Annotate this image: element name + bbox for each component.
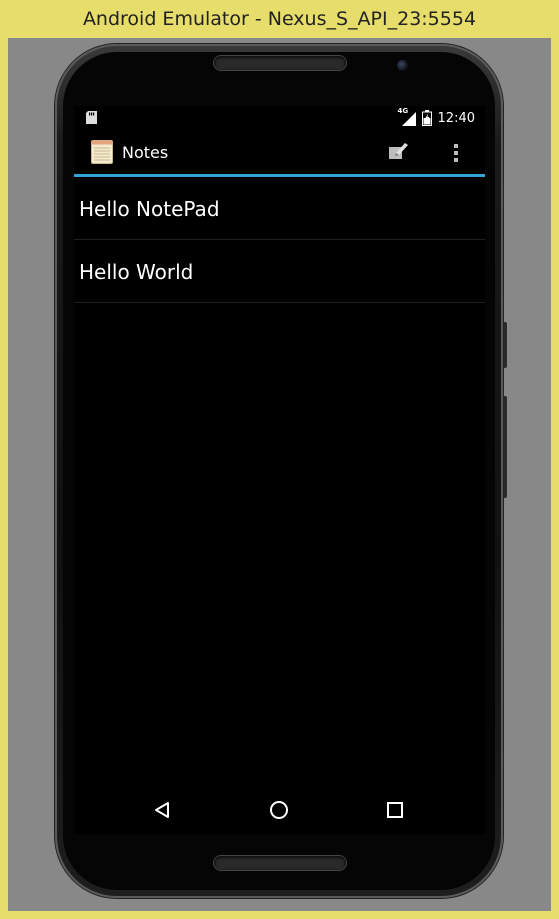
network-type-label: 4G (397, 107, 409, 115)
top-speaker (214, 56, 346, 70)
notes-list: Hello NotePad Hello World (74, 177, 485, 303)
overflow-menu-icon (446, 144, 466, 171)
status-indicators: 4G 12:40 (397, 106, 475, 130)
overflow-menu-button[interactable] (446, 139, 466, 167)
notepad-icon (91, 140, 113, 168)
recents-icon (385, 802, 405, 824)
list-item[interactable]: Hello World (74, 240, 485, 303)
volume-button[interactable] (503, 322, 507, 368)
recents-button[interactable] (385, 800, 405, 820)
home-button[interactable] (269, 800, 289, 820)
power-button[interactable] (503, 396, 507, 498)
action-bar: Notes (74, 130, 485, 177)
device-screen: 4G 12:40 Notes Hello NotePad Hello World (74, 106, 485, 834)
front-camera (397, 60, 408, 71)
navigation-bar (74, 786, 485, 834)
list-item[interactable]: Hello NotePad (74, 177, 485, 240)
home-icon (269, 801, 289, 824)
app-title: Notes (122, 143, 169, 162)
compose-icon (386, 143, 410, 167)
sd-card-icon (86, 111, 97, 128)
status-clock: 12:40 (437, 110, 475, 126)
back-icon (153, 802, 173, 824)
battery-icon (421, 110, 432, 126)
bottom-speaker (214, 856, 346, 870)
signal-icon: 4G (397, 107, 416, 126)
status-bar: 4G 12:40 (74, 106, 485, 130)
compose-button[interactable] (386, 139, 414, 167)
back-button[interactable] (153, 800, 173, 820)
window-title: Android Emulator - Nexus_S_API_23:5554 (82, 8, 477, 30)
